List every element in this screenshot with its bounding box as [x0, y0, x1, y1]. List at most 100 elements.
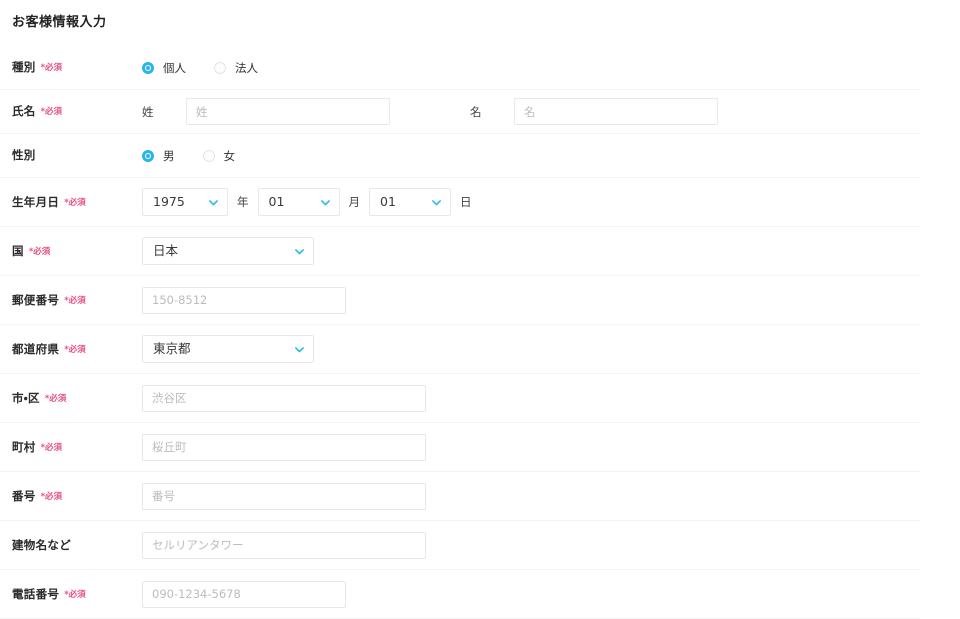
label-prefecture-text: 都道府県 [12, 341, 60, 356]
radio-label-type-kojin: 個人 [163, 60, 186, 75]
radio-icon-selected[interactable] [142, 149, 154, 162]
birth-day-select[interactable]: 01 [369, 188, 451, 216]
label-name-text: 氏名 [12, 104, 36, 118]
required-marker-number: *必須 [40, 491, 63, 502]
radio-icon-unselected[interactable] [214, 61, 226, 74]
field-country: 日本 [142, 237, 920, 265]
chevron-down-icon [294, 344, 305, 355]
field-phone [142, 580, 920, 608]
label-building-text: 建物名など [12, 537, 71, 552]
required-marker-prefecture: *必須 [64, 344, 86, 355]
number-input[interactable] [142, 482, 426, 510]
form-row-gender: 性別 男 女 [0, 134, 920, 178]
birth-year-unit: 年 [237, 195, 249, 209]
field-name: 姓 名 [142, 98, 920, 125]
radio-group-type: 個人 法人 [142, 61, 286, 75]
required-marker-birthday: *必須 [64, 197, 86, 208]
required-marker-name: *必須 [40, 107, 63, 117]
prefecture-value: 東京都 [153, 341, 191, 356]
label-zip: 郵便番号 *必須 [12, 293, 142, 308]
label-phone: 電話番号 *必須 [12, 587, 142, 602]
label-town: 町村 *必須 [12, 440, 142, 455]
birth-month-value: 01 [268, 194, 285, 209]
radio-option-type-hojin[interactable]: 法人 [214, 61, 258, 75]
radio-label-gender-female: 女 [223, 148, 236, 163]
label-birthday: 生年月日 *必須 [12, 195, 142, 210]
label-zip-text: 郵便番号 [12, 292, 60, 307]
customer-info-form: お客様情報入力 種別 *必須 個人 法人 氏名 *必須 姓 姓 名 名 性別 男… [0, 0, 960, 619]
field-birthday: 1975 年 01 月 01 日 [142, 188, 920, 216]
birth-month-select[interactable]: 01 [257, 188, 340, 216]
radio-group-gender: 男 女 [142, 149, 263, 163]
radio-label-gender-male: 男 [163, 148, 175, 163]
field-town [142, 433, 920, 461]
town-input[interactable] [142, 433, 426, 461]
sub-label-last-name: 姓 [142, 104, 154, 119]
chevron-down-icon [320, 197, 331, 208]
required-marker-phone: *必須 [64, 589, 86, 600]
birth-year-select[interactable]: 1975 [142, 188, 228, 216]
form-row-number: 番号 *必須 [0, 472, 920, 521]
birth-day-unit: 日 [460, 195, 472, 209]
first-name-input[interactable] [514, 98, 718, 125]
form-row-country: 国 *必須 日本 [0, 227, 920, 276]
country-select[interactable]: 日本 [142, 237, 314, 265]
label-country: 国 *必須 [12, 244, 142, 259]
form-row-name: 氏名 *必須 姓 名 [0, 90, 920, 134]
radio-option-gender-female[interactable]: 女 [202, 148, 236, 163]
last-name-input[interactable] [186, 98, 390, 125]
radio-option-type-kojin[interactable]: 個人 [142, 61, 186, 75]
form-row-zip: 郵便番号 *必須 [0, 276, 920, 325]
form-row-prefecture: 都道府県 *必須 東京都 [0, 325, 920, 374]
label-city: 市・区 *必須 [12, 391, 142, 406]
form-row-city: 市・区 *必須 [0, 374, 920, 423]
radio-icon-unselected[interactable] [202, 149, 215, 162]
form-row-phone: 電話番号 *必須 [0, 570, 920, 619]
field-zip [142, 286, 920, 314]
sub-label-first-name: 名 [470, 104, 482, 119]
label-name: 氏名 *必須 [12, 104, 142, 119]
radio-option-gender-male[interactable]: 男 [142, 149, 175, 163]
required-marker-city: *必須 [44, 393, 67, 404]
label-prefecture: 都道府県 *必須 [12, 342, 142, 357]
radio-label-type-hojin: 法人 [235, 60, 258, 75]
label-gender: 性別 [12, 148, 142, 163]
birth-month-unit: 月 [348, 195, 361, 209]
label-type: 種別 *必須 [12, 60, 142, 75]
label-type-text: 種別 [12, 60, 36, 74]
field-prefecture: 東京都 [142, 335, 920, 363]
label-country-text: 国 [12, 243, 24, 258]
required-marker-town: *必須 [40, 442, 63, 453]
required-marker-type: *必須 [40, 63, 63, 73]
form-row-birthday: 生年月日 *必須 1975 年 01 月 01 日 [0, 178, 920, 227]
field-gender: 男 女 [142, 149, 920, 163]
country-value: 日本 [153, 243, 179, 258]
prefecture-select[interactable]: 東京都 [142, 335, 314, 363]
birth-year-value: 1975 [153, 194, 185, 209]
field-type: 個人 法人 [142, 61, 920, 75]
page-title: お客様情報入力 [12, 15, 107, 30]
required-marker-zip: *必須 [64, 295, 86, 306]
label-gender-text: 性別 [12, 148, 36, 162]
city-input[interactable] [142, 384, 426, 412]
chevron-down-icon [294, 246, 305, 257]
label-city-text: 市・区 [12, 390, 40, 405]
phone-input[interactable] [142, 580, 346, 608]
label-number: 番号 *必須 [12, 489, 142, 504]
chevron-down-icon [431, 197, 442, 208]
required-marker-country: *必須 [28, 246, 51, 257]
label-number-text: 番号 [12, 488, 36, 503]
field-city [142, 384, 920, 412]
label-birthday-text: 生年月日 [12, 194, 60, 209]
field-number [142, 482, 920, 510]
label-building: 建物名など [12, 538, 142, 553]
field-building [142, 531, 920, 559]
zip-input[interactable] [142, 286, 346, 314]
chevron-down-icon [208, 197, 219, 208]
radio-icon-selected[interactable] [142, 61, 154, 74]
form-row-building: 建物名など [0, 521, 920, 570]
form-row-town: 町村 *必須 [0, 423, 920, 472]
birth-day-value: 01 [380, 194, 396, 209]
label-town-text: 町村 [12, 439, 36, 454]
building-input[interactable] [142, 531, 426, 559]
